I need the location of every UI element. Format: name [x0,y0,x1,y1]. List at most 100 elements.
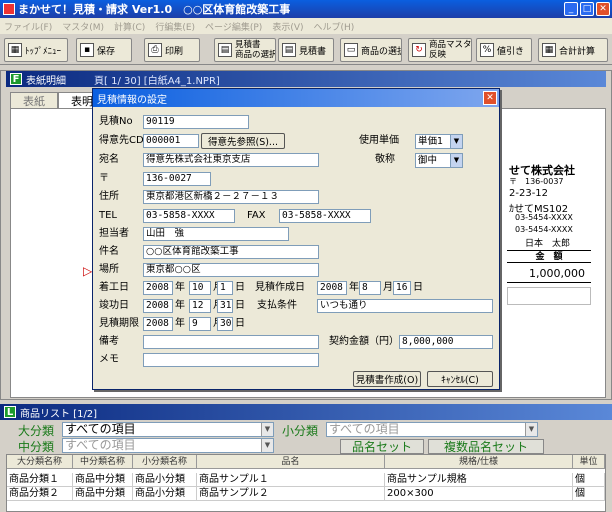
refresh-icon: ↻ [412,43,426,57]
unit-price-select[interactable]: 単価1 ▼ [415,134,463,149]
save-button[interactable]: ▪ 保存 [76,38,132,62]
product-select-button[interactable]: ▭ 商品の選択 [340,38,402,62]
postal-field[interactable]: 136-0027 [143,172,211,186]
table-cell[interactable]: 商品サンプル２ [197,487,385,501]
discount-button[interactable]: % 値引き [476,38,532,62]
client-ref-button[interactable]: 得意先参照(S)... [201,133,285,149]
col-header-small[interactable]: 小分類名称 [133,455,197,469]
print-button[interactable]: ⎙ 印刷 [144,38,200,62]
dialog-close-button[interactable]: ✕ [483,91,497,105]
valid-year-field[interactable]: 2008 [143,317,173,331]
name-set-button[interactable]: 品名セット [340,439,424,454]
tab-cover[interactable]: 表紙 [10,92,58,108]
master-reflect-button[interactable]: ↻ 商品マスタの反映 [408,38,472,62]
col-header-mid[interactable]: 中分類名称 [73,455,133,469]
created-month-field[interactable]: 8 [359,281,381,295]
cancel-button[interactable]: ｷｬﾝｾﾙ(C) [427,371,493,387]
place-label: 場所 [99,264,119,275]
note-field[interactable] [143,335,319,349]
start-month-field[interactable]: 10 [189,281,211,295]
recipient-field[interactable]: 得意先株式会社東京支店 [143,153,319,167]
small-category-label: 小分類 [282,424,319,438]
estimate-no-field[interactable]: 90119 [143,115,249,129]
start-day-field[interactable]: 1 [217,281,233,295]
created-year-field[interactable]: 2008 [317,281,347,295]
year-unit: 年 [175,300,185,311]
memo-field[interactable] [143,353,319,367]
start-year-field[interactable]: 2008 [143,281,173,295]
table-cell[interactable]: 個 [573,473,605,487]
table-cell[interactable]: 200×300 [385,487,573,501]
year-unit: 年 [175,318,185,329]
valid-month-field[interactable]: 9 [189,317,211,331]
menu-calc[interactable]: 計算(C) [114,20,145,33]
mid-category-select[interactable]: すべての項目 ▼ [62,438,274,453]
table-cell[interactable]: 商品小分類 [133,473,197,487]
table-cell[interactable]: 商品中分類 [73,487,133,501]
table-cell[interactable]: 商品小分類 [133,487,197,501]
doc-amount: 1,000,000 [507,265,591,283]
contract-field[interactable]: 8,000,000 [399,335,493,349]
postal-label: 〒 [99,173,109,184]
col-header-spec[interactable]: 規格/仕様 [385,455,573,469]
estimate-button[interactable]: ▤ 見積書 [278,38,334,62]
menu-view[interactable]: 表示(V) [272,20,303,33]
tel-field[interactable]: 03-5858-XXXX [143,209,235,223]
estimate-icon: ▤ [282,43,296,57]
place-field[interactable]: 東京都○○区 [143,263,319,277]
col-header-unit[interactable]: 単位 [573,455,605,469]
payment-field[interactable]: いつも通り [317,299,493,313]
window-title: まかせて！見積・請求 Ver1.0 ○○区体育館改築工事 [18,3,291,16]
large-category-select[interactable]: すべての項目 ▼ [62,422,274,437]
col-header-large[interactable]: 大分類名称 [7,455,73,469]
total-calc-button[interactable]: ▦ 合計計算 [538,38,608,62]
table-cell[interactable]: 商品サンプル１ [197,473,385,487]
menu-bar: ファイル(F) マスタ(M) 計算(C) 行編集(E) ページ編集(P) 表示(… [0,18,612,34]
client-cd-field[interactable]: 000001 [143,134,199,148]
table-cell[interactable]: 個 [573,487,605,501]
table-cell[interactable]: 商品分類２ [7,487,73,501]
finish-month-field[interactable]: 12 [189,299,211,313]
small-category-select[interactable]: すべての項目 ▼ [326,422,538,437]
list-title: 商品リスト [1/2] [20,408,98,420]
address-field[interactable]: 東京都港区新橋２－２７－１３ [143,190,319,204]
estimate-product-select-button[interactable]: ▤ 見積書 商品の選択 [214,38,276,62]
menu-help[interactable]: ヘルプ(H) [314,20,355,33]
fax-field[interactable]: 03-5858-XXXX [279,209,371,223]
table-cell[interactable]: 商品サンプル規格 [385,473,573,487]
col-header-name[interactable]: 品名 [197,455,385,469]
menu-file[interactable]: ファイル(F) [4,20,52,33]
person-label: 担当者 [99,228,129,239]
menu-row-edit[interactable]: 行編集(E) [155,20,195,33]
minimize-button[interactable]: _ [564,2,578,16]
honorific-select[interactable]: 御中 ▼ [415,153,463,168]
fax-label: FAX [247,210,266,221]
finish-day-field[interactable]: 31 [217,299,233,313]
tel-label: TEL [99,210,117,221]
table-cell[interactable]: 商品中分類 [73,473,133,487]
section-title: 表紙明細 [26,75,66,87]
doc-amount-header: 金 額 [507,250,591,263]
contract-label: 契約金額（円） [329,336,399,347]
table-cell[interactable]: 商品分類１ [7,473,73,487]
chevron-down-icon: ▼ [261,423,273,436]
note-label: 備考 [99,336,119,347]
subject-field[interactable]: ○○区体育館改築工事 [143,245,319,259]
valid-day-field[interactable]: 30 [217,317,233,331]
create-estimate-button[interactable]: 見積書作成(O) [353,371,421,387]
finish-year-field[interactable]: 2008 [143,299,173,313]
menu-page-edit[interactable]: ページ編集(P) [205,20,262,33]
created-day-field[interactable]: 16 [393,281,411,295]
menu-master[interactable]: マスタ(M) [62,20,104,33]
person-field[interactable]: 山田 強 [143,227,289,241]
product-grid: 大分類名称 中分類名称 小分類名称 品名 規格/仕様 単位 商品分類１ 商品中分… [6,454,606,512]
valid-date-label: 見積期限 [99,318,139,329]
multi-name-set-button[interactable]: 複数品名セット [428,439,544,454]
doc-tel: 03-5454-XXXX [515,213,573,222]
chevron-down-icon: ▼ [450,135,462,148]
close-window-button[interactable]: ✕ [596,2,610,16]
top-menu-button[interactable]: ▦ ﾄｯﾌﾟﾒﾆｭｰ [4,38,68,62]
maximize-button[interactable]: □ [580,2,594,16]
year-unit: 年 [175,282,185,293]
honorific-label: 敬称 [375,154,395,165]
